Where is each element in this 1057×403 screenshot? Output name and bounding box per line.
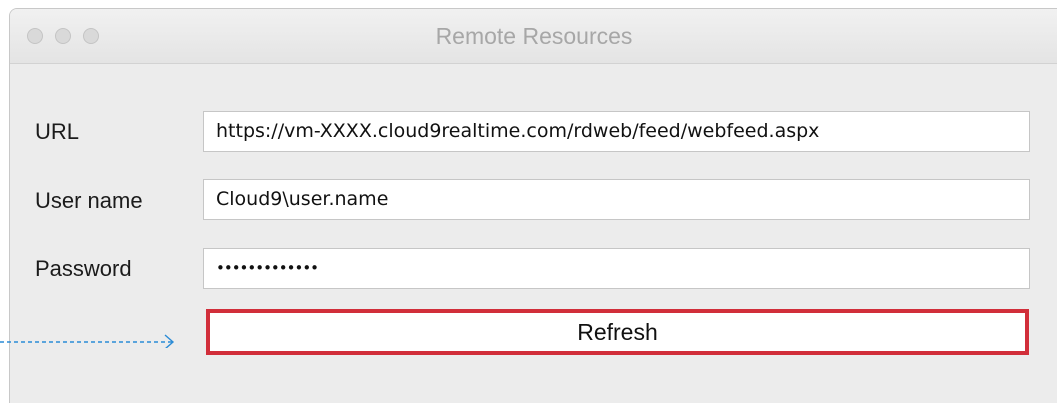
url-label: URL [35, 119, 80, 144]
refresh-button[interactable]: Refresh [206, 309, 1029, 355]
username-label: User name [35, 188, 143, 213]
username-field[interactable]: Cloud9\user.name [203, 179, 1030, 220]
window-title: Remote Resources [435, 23, 633, 49]
url-field[interactable]: https://vm-XXXX.cloud9realtime.com/rdweb… [203, 111, 1030, 152]
password-field[interactable]: ••••••••••••• [203, 248, 1030, 289]
pointer-arrow-icon [0, 334, 175, 348]
password-label: Password [35, 256, 132, 281]
title-bar: Remote Resources [10, 9, 1057, 64]
